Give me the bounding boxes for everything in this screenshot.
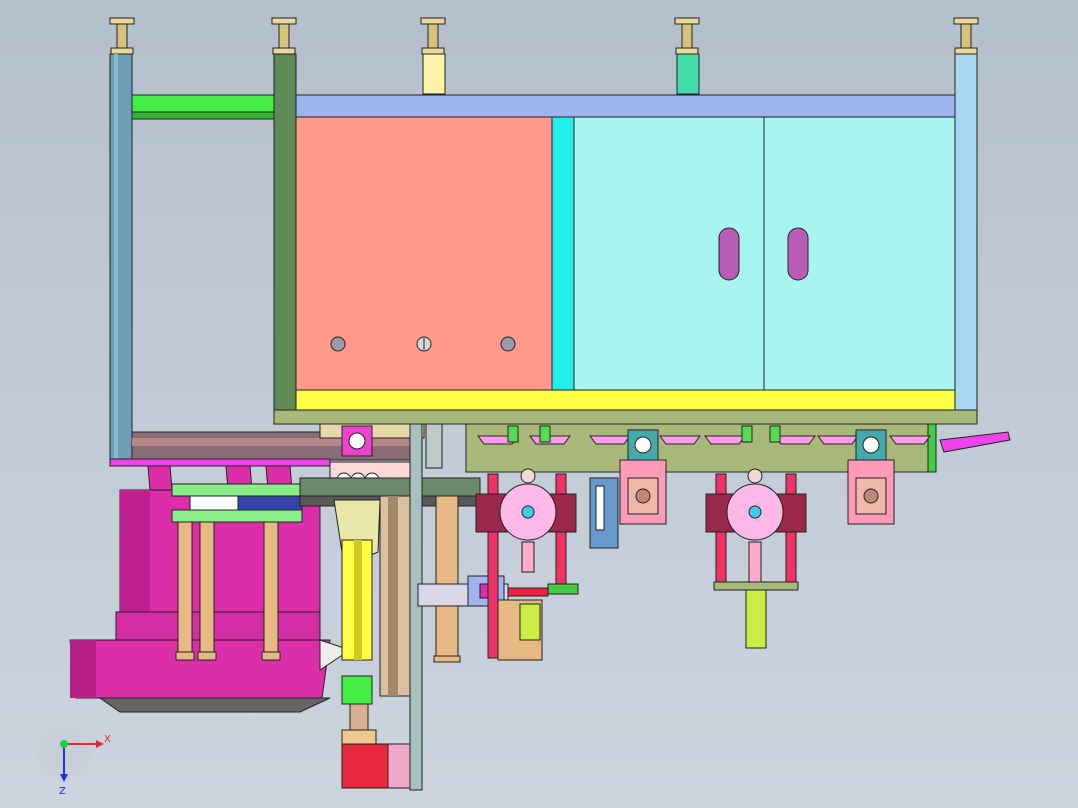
door-handle bbox=[718, 227, 740, 281]
salmon-hole bbox=[330, 336, 346, 352]
wheel-station bbox=[475, 468, 577, 661]
cyan-strip bbox=[551, 116, 575, 391]
tan-rod bbox=[263, 521, 279, 661]
wheel-station bbox=[705, 468, 807, 649]
gear-rack bbox=[299, 477, 481, 497]
frame-post-mid bbox=[273, 53, 297, 425]
frame-post-left bbox=[109, 53, 133, 461]
cad-viewport[interactable]: X Z bbox=[0, 0, 1078, 808]
frame-post-small-yellow bbox=[422, 53, 446, 95]
magenta-strip bbox=[109, 458, 331, 467]
leveling-foot bbox=[674, 17, 700, 55]
frame-post-right bbox=[954, 53, 978, 417]
leveling-foot bbox=[420, 17, 446, 55]
leveling-feet bbox=[109, 17, 979, 55]
x-axis-label: X bbox=[104, 734, 111, 745]
door-handle bbox=[787, 227, 809, 281]
angled-handle bbox=[939, 431, 1011, 453]
top-beams bbox=[131, 94, 956, 120]
coordinate-triad: X Z bbox=[38, 726, 111, 797]
panels bbox=[295, 116, 956, 391]
frame-post-small-green bbox=[676, 53, 700, 95]
red-block bbox=[341, 743, 391, 789]
z-axis-label: Z bbox=[59, 786, 66, 797]
machine-drawing: X Z bbox=[38, 17, 1011, 797]
salmon-hole bbox=[500, 336, 516, 352]
tan-rod bbox=[199, 521, 215, 661]
leveling-foot bbox=[953, 17, 979, 55]
blue-top-beam bbox=[295, 94, 956, 118]
magenta-collar bbox=[115, 611, 321, 641]
leveling-foot bbox=[109, 17, 135, 55]
center-column bbox=[299, 423, 481, 791]
yellow-rail bbox=[295, 389, 956, 411]
leveling-foot bbox=[271, 17, 297, 55]
lower-plate-right bbox=[927, 423, 937, 473]
tan-rod bbox=[177, 521, 193, 661]
olive-base-plate bbox=[273, 409, 978, 425]
